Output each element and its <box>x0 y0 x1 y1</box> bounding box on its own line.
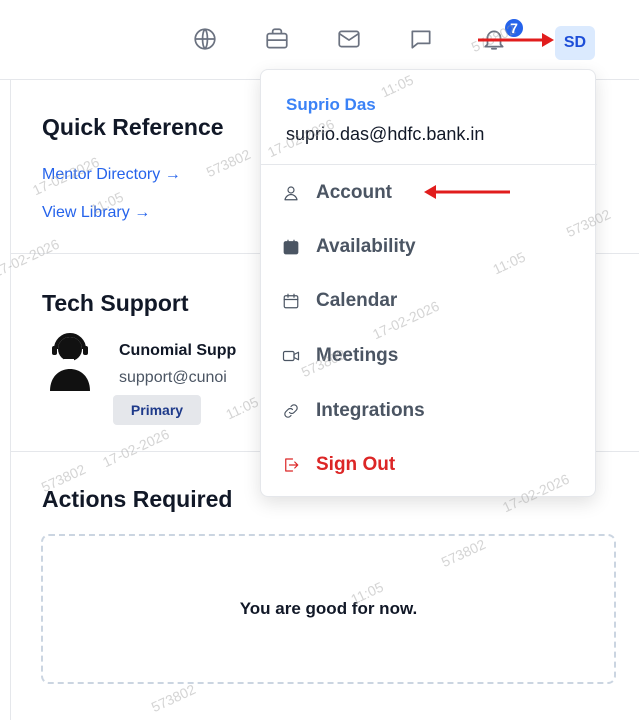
profile-email: suprio.das@hdfc.bank.in <box>286 124 485 144</box>
support-agent-icon <box>48 333 92 391</box>
menu-item-label: Integrations <box>316 400 425 421</box>
annotation-arrow-account <box>424 185 510 199</box>
globe-icon[interactable] <box>190 24 220 54</box>
calendar-icon <box>281 291 301 311</box>
mentor-directory-link[interactable]: Mentor Directory → <box>42 166 181 184</box>
menu-item-integrations[interactable]: Integrations <box>261 391 597 431</box>
menu-item-calendar[interactable]: Calendar <box>261 281 597 321</box>
briefcase-icon[interactable] <box>262 24 292 54</box>
video-icon <box>281 346 301 366</box>
mail-icon[interactable] <box>334 24 364 54</box>
menu-item-label: Account <box>316 182 392 203</box>
menu-item-sign-out[interactable]: Sign Out <box>261 445 597 485</box>
empty-message: You are good for now. <box>239 599 418 618</box>
view-library-link[interactable]: View Library → <box>42 204 150 222</box>
divider <box>261 164 597 165</box>
actions-required-title: Actions Required <box>42 486 233 512</box>
menu-item-availability[interactable]: Availability <box>261 227 597 267</box>
menu-item-label: Availability <box>316 236 416 257</box>
support-email[interactable]: support@cunoi <box>119 369 227 387</box>
menu-item-meetings[interactable]: Meetings <box>261 336 597 376</box>
chat-icon[interactable] <box>406 24 436 54</box>
profile-dropdown: Suprio Das suprio.das@hdfc.bank.in Accou… <box>260 69 597 497</box>
support-name: Cunomial Supp <box>119 342 237 359</box>
actions-empty-box: You are good for now. <box>41 534 616 684</box>
annotation-arrow-avatar <box>478 33 554 47</box>
user-icon <box>281 183 301 203</box>
menu-item-label: Calendar <box>316 290 398 311</box>
link-icon <box>281 401 301 421</box>
quick-reference-title: Quick Reference <box>42 114 224 140</box>
calendar-check-icon <box>281 237 301 257</box>
tech-support-title: Tech Support <box>42 290 189 316</box>
profile-name: Suprio Das <box>286 95 376 114</box>
primary-badge: Primary <box>113 395 201 425</box>
menu-item-label: Meetings <box>316 345 399 366</box>
menu-item-label: Sign Out <box>316 454 396 475</box>
sign-out-icon <box>281 455 301 475</box>
avatar[interactable]: SD <box>555 26 595 60</box>
